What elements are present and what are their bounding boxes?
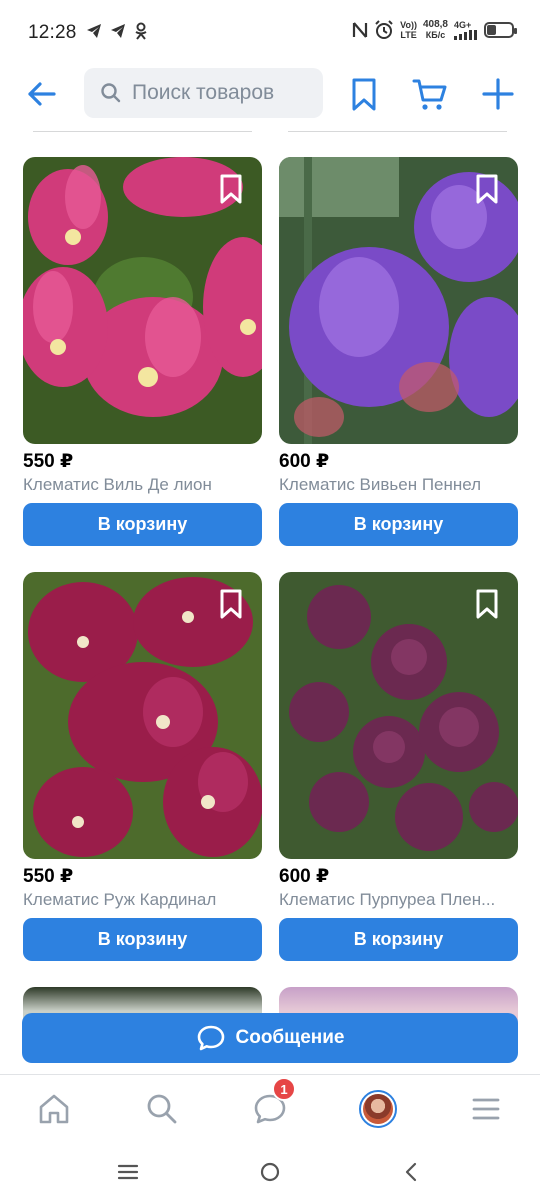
product-name[interactable]: Клематис Вивьен Пеннел [279, 475, 518, 495]
add-to-cart-button[interactable]: В корзину [23, 503, 262, 546]
tab-menu[interactable] [466, 1089, 506, 1129]
product-name[interactable]: Клематис Руж Кардинал [23, 890, 262, 910]
cart-icon[interactable] [410, 74, 450, 114]
bookmark-icon[interactable] [470, 586, 504, 622]
status-notification-icons [86, 22, 148, 40]
status-system-icons: Vo)) LTE 408,8 КБ/с 4G+ [352, 19, 517, 41]
search-input[interactable]: Поиск товаров [84, 68, 323, 118]
bookmark-icon[interactable] [344, 74, 384, 114]
recent-apps-icon[interactable] [116, 1160, 140, 1184]
nfc-icon [353, 22, 368, 38]
divider [33, 131, 252, 132]
menu-icon [472, 1098, 500, 1120]
product-price: 550 ₽ [23, 866, 74, 887]
header-bar: Поиск товаров [0, 66, 540, 122]
product-image[interactable] [279, 572, 518, 859]
bookmark-icon[interactable] [214, 171, 248, 207]
battery-icon [484, 22, 517, 38]
avatar [359, 1090, 397, 1128]
status-time: 12:28 [28, 22, 77, 43]
home-button-icon[interactable] [258, 1160, 282, 1184]
odnoklassniki-icon [135, 22, 147, 40]
product-price: 600 ₽ [279, 451, 330, 472]
bookmark-icon[interactable] [470, 171, 504, 207]
tab-messages[interactable]: 1 [250, 1077, 296, 1129]
back-button-icon[interactable] [400, 1160, 424, 1184]
signal-icon [454, 30, 477, 40]
product-image[interactable] [23, 572, 262, 859]
alarm-icon [375, 20, 393, 39]
telegram-icon [87, 24, 101, 38]
telegram-icon [111, 24, 125, 38]
search-icon [101, 83, 121, 103]
tab-profile[interactable] [358, 1089, 398, 1129]
message-button-label: Сообщение [235, 1027, 345, 1048]
system-navigation-bar [0, 1144, 540, 1200]
product-image[interactable] [23, 157, 262, 444]
data-speed: 408,8 КБ/с [422, 19, 448, 41]
divider [288, 131, 507, 132]
plus-icon[interactable] [478, 74, 518, 114]
product-name[interactable]: Клематис Пурпуреа Плен... [279, 890, 518, 910]
search-placeholder: Поиск товаров [132, 81, 275, 104]
chat-icon [197, 1025, 224, 1051]
add-to-cart-button[interactable]: В корзину [279, 918, 518, 961]
product-name[interactable]: Клематис Виль Де лион [23, 475, 262, 495]
signal-indicator: 4G+ [454, 20, 478, 40]
tab-search[interactable] [142, 1089, 182, 1129]
volte-indicator: Vo)) LTE [400, 20, 417, 40]
unread-badge: 1 [272, 1077, 296, 1101]
product-price: 550 ₽ [23, 451, 74, 472]
search-icon [147, 1094, 177, 1124]
add-to-cart-button[interactable]: В корзину [23, 918, 262, 961]
message-button[interactable]: Сообщение [22, 1013, 518, 1063]
product-image[interactable] [279, 157, 518, 444]
product-price: 600 ₽ [279, 866, 330, 887]
bookmark-icon[interactable] [214, 586, 248, 622]
status-bar: 12:28 Vo)) LTE 408,8 КБ/с 4G+ [0, 0, 540, 66]
tab-home[interactable] [34, 1089, 74, 1129]
bottom-tab-bar: 1 [0, 1074, 540, 1144]
back-arrow-icon[interactable] [22, 74, 62, 114]
add-to-cart-button[interactable]: В корзину [279, 503, 518, 546]
home-icon [39, 1094, 69, 1124]
